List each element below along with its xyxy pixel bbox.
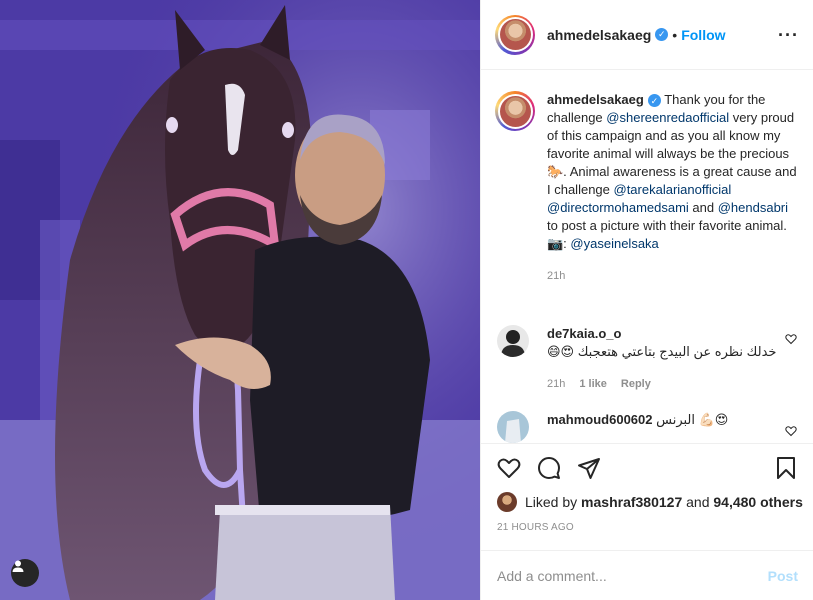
liked-by-user-link[interactable]: mashraf380127	[581, 494, 682, 510]
comment-text: البرنس 💪🏻😍	[656, 412, 729, 427]
comment-time[interactable]: 21h	[547, 375, 565, 393]
mention-link[interactable]: @yaseinelsaka	[570, 236, 658, 251]
add-comment-bar: Post	[481, 550, 813, 600]
follow-button[interactable]: Follow	[681, 27, 725, 43]
comment-like-heart-icon[interactable]	[785, 333, 797, 345]
reply-button[interactable]: Reply	[621, 375, 651, 393]
avatar-image	[497, 325, 529, 357]
verified-badge-icon: ✓	[655, 28, 669, 41]
post-caption: ahmedelsakaeg ✓ Thank you for the challen…	[495, 91, 805, 285]
separator-dot: •	[672, 26, 678, 43]
comment-item: de7kaia.o_o خدلك نظره عن البيدج بتاعتي ه…	[497, 325, 797, 393]
post-timestamp[interactable]: 21 HOURS AGO	[497, 522, 574, 533]
share-icon[interactable]	[577, 456, 601, 480]
post-actions: Liked by mashraf380127 and 94,480 others…	[481, 443, 813, 600]
avatar-image	[497, 411, 529, 443]
comment-like-heart-icon[interactable]	[785, 425, 797, 437]
horse-photo-illustration	[0, 0, 480, 600]
verified-badge-icon: ✓	[647, 94, 661, 108]
person-icon	[12, 560, 24, 572]
liked-by-others-link[interactable]: 94,480 others	[713, 494, 803, 510]
more-options-icon[interactable]: ···	[778, 25, 799, 46]
mention-link[interactable]: @tarekalarianofficial	[614, 182, 732, 197]
mention-link[interactable]: @hendsabri	[718, 200, 788, 215]
bookmark-icon[interactable]	[774, 456, 798, 480]
caption-timestamp[interactable]: 21h	[547, 267, 797, 285]
comment-text: خدلك نظره عن البيدج بتاعتي هتعجبك 😍😄	[547, 344, 777, 359]
commenter-avatar[interactable]	[497, 411, 529, 443]
post-header: ahmedelsakaeg ✓ • Follow ···	[481, 0, 813, 70]
commenter-username[interactable]: mahmoud600602	[547, 412, 653, 427]
comment-likes[interactable]: 1 like	[579, 375, 607, 393]
comments-list[interactable]: ahmedelsakaeg ✓ Thank you for the challen…	[481, 71, 813, 443]
caption-text: ahmedelsakaeg ✓ Thank you for the challen…	[547, 91, 797, 285]
caption-username[interactable]: ahmedelsakaeg	[547, 92, 644, 107]
post-comment-button[interactable]: Post	[768, 568, 798, 584]
commenter-username[interactable]: de7kaia.o_o	[547, 326, 621, 341]
post-photo[interactable]	[0, 0, 480, 600]
liked-by-summary: Liked by mashraf380127 and 94,480 others	[497, 492, 803, 512]
author-username[interactable]: ahmedelsakaeg	[547, 27, 651, 43]
caption-author-avatar[interactable]	[495, 91, 535, 131]
post-side-panel: ahmedelsakaeg ✓ • Follow ··· ahmedelsaka…	[480, 0, 813, 600]
comment-item: mahmoud600602 البرنس 💪🏻😍	[497, 411, 797, 443]
commenter-avatar[interactable]	[497, 325, 529, 357]
author-avatar[interactable]	[495, 14, 535, 55]
mention-link[interactable]: @shereenredaofficial	[606, 110, 729, 125]
tagged-users-button[interactable]	[11, 559, 39, 587]
liker-avatar[interactable]	[497, 492, 517, 512]
comment-input[interactable]	[497, 568, 768, 584]
mention-link[interactable]: @directormohamedsami	[547, 200, 689, 215]
comment-icon[interactable]	[537, 456, 561, 480]
heart-icon[interactable]	[497, 456, 521, 480]
